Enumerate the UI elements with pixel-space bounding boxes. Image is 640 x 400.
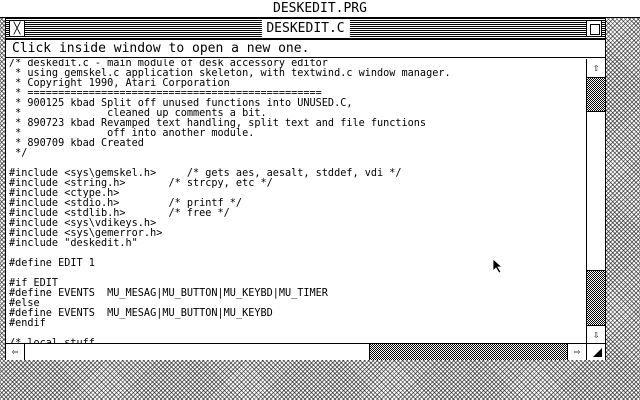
horizontal-scrollbar[interactable]: ⇦ ⇨ [6, 343, 586, 360]
resize-icon[interactable] [586, 343, 605, 360]
code-line: */ [9, 148, 28, 159]
code-line: #define EVENTS MU_MESAG|MU_BUTTON|MU_KEY… [9, 288, 328, 299]
scroll-up-icon[interactable]: ⇧ [587, 59, 605, 76]
scroll-down-icon[interactable]: ⇩ [587, 326, 605, 343]
code-line: #define EVENTS MU_MESAG|MU_BUTTON|MU_KEY… [9, 308, 273, 319]
horizontal-track[interactable] [25, 344, 567, 360]
vertical-thumb[interactable] [587, 111, 605, 271]
close-icon[interactable]: ╳ [9, 20, 25, 37]
source-code: /* deskedit.c - main module of desk acce… [6, 59, 586, 343]
text-area[interactable]: /* deskedit.c - main module of desk acce… [6, 59, 586, 343]
editor-window[interactable]: ╳ DESKEDIT.C Click inside window to open… [5, 18, 606, 360]
mouse-pointer-icon [492, 258, 504, 274]
vertical-scrollbar[interactable]: ⇧ ⇩ [586, 59, 605, 344]
window-title-bar[interactable]: ╳ DESKEDIT.C [6, 19, 605, 40]
full-icon[interactable] [586, 20, 602, 37]
scroll-right-icon[interactable]: ⇨ [567, 344, 586, 360]
window-title: DESKEDIT.C [261, 20, 350, 38]
desktop-title-bar: DESKEDIT.PRG [0, 0, 640, 18]
scroll-left-icon[interactable]: ⇦ [6, 344, 25, 360]
info-line: Click inside window to open a new one. [6, 40, 605, 58]
code-line: #endif [9, 318, 46, 329]
vertical-track[interactable] [587, 77, 605, 326]
code-line: * 890709 kbad Created [9, 138, 144, 149]
horizontal-thumb[interactable] [25, 344, 370, 360]
app-title: DESKEDIT.PRG [273, 1, 367, 16]
code-line: #include "deskedit.h" [9, 238, 138, 249]
